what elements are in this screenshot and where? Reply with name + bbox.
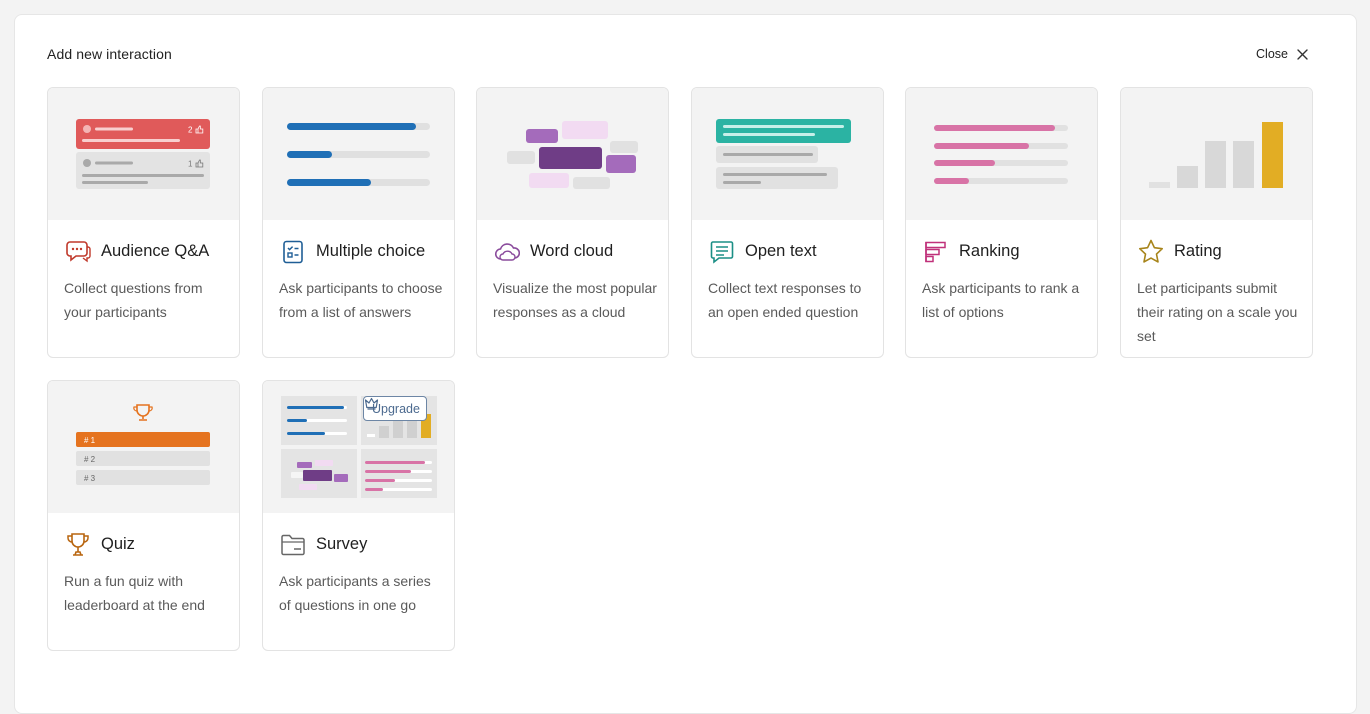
ranking-bars-icon (922, 238, 949, 265)
quiz-preview: # 1 # 2 # 3 (48, 381, 239, 513)
dialog-title: Add new interaction (47, 46, 172, 62)
card-ranking[interactable]: Ranking Ask participants to rank a list … (905, 87, 1098, 358)
card-rating[interactable]: Rating Let participants submit their rat… (1120, 87, 1313, 358)
qa-item1-count: 2 (188, 126, 193, 135)
card-title-text: Multiple choice (316, 242, 426, 260)
card-title-text: Rating (1174, 242, 1222, 260)
quiz-rank-2: # 2 (84, 455, 96, 464)
card-audience-qa[interactable]: 2 1 Audience Q&A Collect questions from … (47, 87, 240, 358)
card-title: Audience Q&A (64, 238, 209, 265)
card-title-text: Audience Q&A (101, 242, 210, 260)
quiz-rank-1: # 1 (84, 436, 96, 445)
card-title-text: Word cloud (530, 242, 614, 260)
card-open-text[interactable]: Open text Collect text responses to an o… (691, 87, 884, 358)
cloud-icon (493, 238, 520, 265)
multiple-choice-preview (263, 88, 454, 220)
card-description: Collect text responses to an open ended … (708, 280, 862, 320)
trophy-icon (64, 531, 91, 558)
card-description: Ask participants to rank a list of optio… (922, 280, 1080, 320)
card-title: Survey (279, 531, 367, 558)
audience-qa-preview: 2 1 (48, 88, 239, 220)
card-word-cloud[interactable]: Word cloud Visualize the most popular re… (476, 87, 669, 358)
chat-bubbles-icon (64, 238, 91, 265)
close-button[interactable]: Close (1256, 47, 1308, 61)
card-title-text: Survey (316, 535, 368, 553)
card-title-text: Quiz (101, 535, 135, 553)
message-lines-icon (708, 238, 735, 265)
card-title-text: Ranking (959, 242, 1020, 260)
card-title: Rating (1137, 238, 1222, 265)
card-multiple-choice[interactable]: Multiple choice Ask participants to choo… (262, 87, 455, 358)
card-description: Run a fun quiz with leaderboard at the e… (64, 573, 205, 613)
card-title: Ranking (922, 238, 1020, 265)
checklist-icon (279, 238, 306, 265)
card-description: Ask participants to choose from a list o… (279, 280, 443, 320)
card-title: Quiz (64, 531, 135, 558)
open-text-preview (692, 88, 883, 220)
upgrade-button[interactable]: Upgrade (363, 396, 427, 421)
card-survey[interactable]: Upgrade Survey Ask participants a series… (262, 380, 455, 651)
ranking-preview (906, 88, 1097, 220)
card-title: Multiple choice (279, 238, 425, 265)
add-interaction-dialog: Add new interaction Close 2 1 Audience Q… (14, 14, 1357, 714)
close-label: Close (1256, 47, 1288, 61)
qa-item2-count: 1 (188, 160, 193, 169)
survey-preview: Upgrade (263, 381, 454, 513)
card-description: Ask participants a series of questions i… (279, 573, 431, 613)
crown-icon (364, 397, 379, 410)
card-title-text: Open text (745, 242, 817, 260)
card-quiz[interactable]: # 1 # 2 # 3 Quiz Run a fun quiz with lea… (47, 380, 240, 651)
star-icon (1137, 238, 1164, 265)
rating-preview (1121, 88, 1312, 220)
card-title: Open text (708, 238, 817, 265)
quiz-rank-3: # 3 (84, 474, 96, 483)
card-description: Visualize the most popular responses as … (493, 280, 657, 320)
card-title: Word cloud (493, 238, 613, 265)
card-description: Collect questions from your participants (64, 280, 203, 320)
folder-icon (279, 531, 306, 558)
upgrade-label: Upgrade (372, 401, 420, 416)
word-cloud-preview (477, 88, 668, 220)
card-description: Let participants submit their rating on … (1137, 280, 1298, 344)
close-icon (1297, 48, 1308, 60)
